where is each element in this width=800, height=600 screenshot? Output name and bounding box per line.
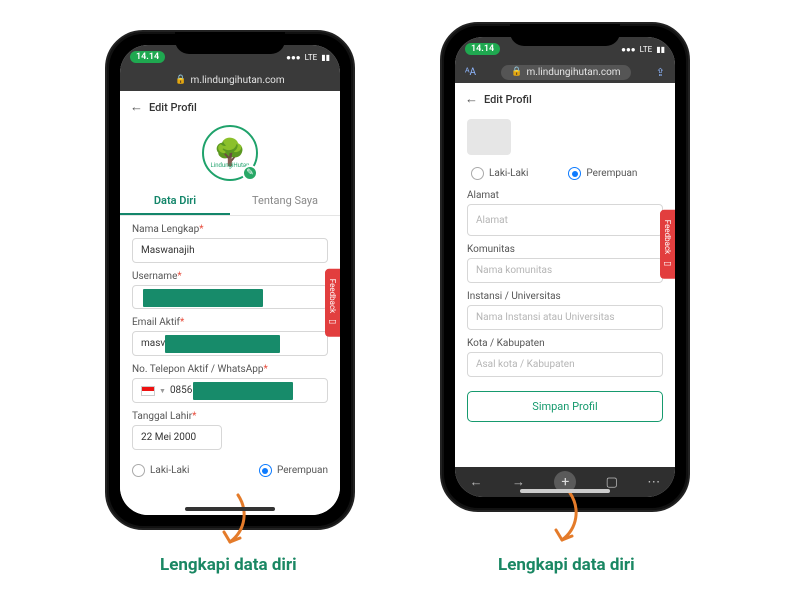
gender-perempuan[interactable]: Perempuan xyxy=(568,167,637,180)
feedback-icon: ▭ xyxy=(663,258,672,268)
page-title: Edit Profil xyxy=(149,101,197,114)
page-title: Edit Profil xyxy=(484,93,532,106)
chevron-down-icon[interactable]: ▼ xyxy=(159,387,166,395)
home-indicator[interactable] xyxy=(520,489,610,493)
komunitas-input[interactable]: Nama komunitas xyxy=(467,258,663,283)
camera-icon[interactable]: ✎ xyxy=(242,165,258,181)
back-icon[interactable]: ← xyxy=(130,99,143,115)
gender-laki[interactable]: Laki-Laki xyxy=(132,464,189,477)
phone-label: No. Telepon Aktif / WhatsApp* xyxy=(132,364,328,375)
instansi-label: Instansi / Universitas xyxy=(467,291,663,302)
alamat-input[interactable]: Alamat xyxy=(467,204,663,236)
tab-data-diri[interactable]: Data Diri xyxy=(120,187,230,215)
callout-label: Lengkapi data diri xyxy=(498,555,635,575)
status-icons: ●●●LTE▮▮ xyxy=(621,45,665,54)
dob-label: Tanggal Lahir* xyxy=(132,411,328,422)
lock-icon: 🔒 xyxy=(511,67,522,77)
phone-input[interactable]: ▼ 0856 xyxy=(132,378,328,403)
kota-label: Kota / Kabupaten xyxy=(467,338,663,349)
status-time: 14.14 xyxy=(465,43,500,55)
gender-laki[interactable]: Laki-Laki xyxy=(471,167,528,180)
nav-forward-icon[interactable]: → xyxy=(512,474,525,490)
feedback-tab[interactable]: Feedback ▭ xyxy=(660,210,675,278)
email-label: Email Aktif* xyxy=(132,317,328,328)
phone-notch xyxy=(510,24,620,46)
tab-tentang-saya[interactable]: Tentang Saya xyxy=(230,187,340,215)
save-profile-button[interactable]: Simpan Profil xyxy=(467,391,663,422)
browser-url-bar[interactable]: ᴬA 🔒 m.lindungihutan.com ⇪ xyxy=(455,61,675,83)
phone-mockup-left: 14.14 ●●●LTE▮▮ 🔒 m.lindungihutan.com ← E… xyxy=(105,30,355,530)
status-time: 14.14 xyxy=(130,51,165,63)
nav-menu-icon[interactable]: ⋯ xyxy=(647,475,660,490)
share-icon[interactable]: ⇪ xyxy=(656,66,665,79)
phone-notch xyxy=(175,32,285,54)
browser-url-bar[interactable]: 🔒 m.lindungihutan.com xyxy=(120,69,340,91)
status-icons: ●●●LTE▮▮ xyxy=(286,53,330,62)
callout-label: Lengkapi data diri xyxy=(160,555,297,575)
profile-logo[interactable]: 🌳 LindungiHutan ✎ xyxy=(120,125,340,181)
kota-input[interactable]: Asal kota / Kabupaten xyxy=(467,352,663,377)
username-label: Username* xyxy=(132,271,328,282)
text-size-icon[interactable]: ᴬA xyxy=(465,67,476,78)
email-input[interactable]: masv xyxy=(132,331,328,356)
profile-tabs: Data Diri Tentang Saya xyxy=(120,187,340,216)
alamat-label: Alamat xyxy=(467,190,663,201)
url-text: m.lindungihutan.com xyxy=(191,75,285,86)
nav-tabs-icon[interactable]: ▢ xyxy=(606,475,618,490)
feedback-icon: ▭ xyxy=(328,317,337,327)
nav-back-icon[interactable]: ← xyxy=(470,474,483,490)
username-input[interactable] xyxy=(132,285,328,309)
feedback-tab[interactable]: Feedback ▭ xyxy=(325,269,340,337)
komunitas-label: Komunitas xyxy=(467,244,663,255)
avatar-placeholder[interactable] xyxy=(467,119,511,155)
flag-icon[interactable] xyxy=(141,386,155,396)
nama-input[interactable]: Maswanajih xyxy=(132,238,328,263)
dob-input[interactable]: 22 Mei 2000 xyxy=(132,425,222,450)
url-text: m.lindungihutan.com xyxy=(526,67,620,78)
back-icon[interactable]: ← xyxy=(465,91,478,107)
nama-label: Nama Lengkap* xyxy=(132,224,328,235)
home-indicator[interactable] xyxy=(185,507,275,511)
lock-icon: 🔒 xyxy=(175,75,186,85)
instansi-input[interactable]: Nama Instansi atau Universitas xyxy=(467,305,663,330)
gender-perempuan[interactable]: Perempuan xyxy=(259,464,328,477)
phone-mockup-right: 14.14 ●●●LTE▮▮ ᴬA 🔒 m.lindungihutan.com … xyxy=(440,22,690,512)
